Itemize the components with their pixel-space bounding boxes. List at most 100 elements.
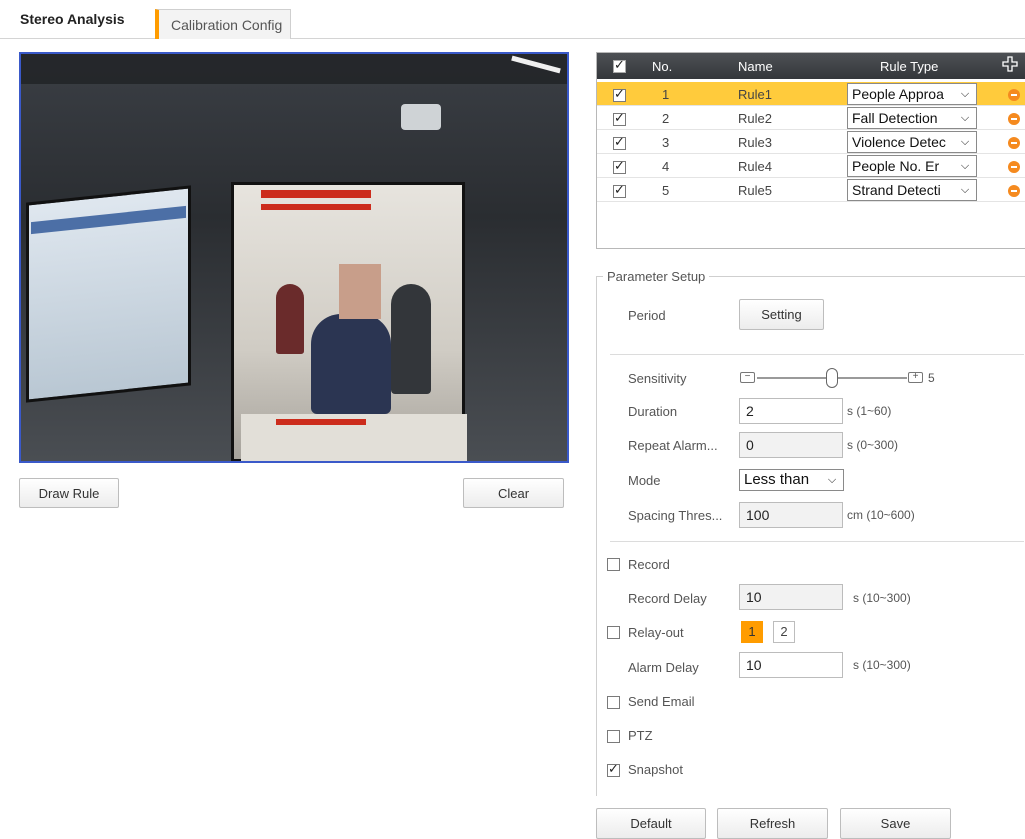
rule-name: Rule1 — [738, 87, 772, 102]
plus-icon[interactable] — [1002, 56, 1018, 72]
relay-2-button[interactable]: 2 — [773, 621, 795, 643]
alarm-delay-input[interactable] — [739, 652, 843, 678]
delete-icon[interactable] — [1008, 185, 1020, 197]
draw-rule-button[interactable]: Draw Rule — [19, 478, 119, 508]
repeat-alarm-unit: s (0~300) — [847, 438, 899, 452]
refresh-button[interactable]: Refresh — [717, 808, 828, 839]
sensitivity-slider-thumb[interactable] — [826, 368, 838, 388]
sensitivity-decrease-button[interactable]: − — [740, 372, 755, 383]
rule-no: 4 — [662, 159, 670, 174]
tab-calibration-config[interactable]: Calibration Config — [155, 9, 292, 39]
repeat-alarm-input[interactable] — [739, 432, 843, 458]
rule-checkbox[interactable] — [613, 183, 626, 198]
record-delay-label: Record Delay — [628, 591, 707, 606]
relay-out-checkbox[interactable] — [607, 626, 620, 639]
save-button[interactable]: Save — [840, 808, 951, 839]
delete-icon[interactable] — [1008, 161, 1020, 173]
alarm-delay-label: Alarm Delay — [628, 660, 699, 675]
header-rule-type: Rule Type — [880, 59, 939, 74]
chevron-down-icon: ⌵ — [957, 156, 973, 176]
ptz-label: PTZ — [628, 728, 653, 743]
rule-checkbox[interactable] — [613, 111, 626, 126]
chevron-down-icon: ⌵ — [957, 180, 973, 200]
duration-input[interactable] — [739, 398, 843, 424]
rule-type-select[interactable]: People Approa ⌵ — [847, 83, 977, 105]
rule-checkbox[interactable] — [613, 135, 626, 150]
sensitivity-value: 5 — [928, 371, 935, 385]
rule-name: Rule3 — [738, 135, 772, 150]
record-label: Record — [628, 557, 670, 572]
rule-type-value: Fall Detection — [852, 110, 938, 126]
video-banner-1 — [261, 190, 371, 198]
rule-type-value: People Approa — [852, 86, 944, 102]
rule-checkbox[interactable] — [613, 87, 626, 102]
rule-no: 2 — [662, 111, 670, 126]
chevron-down-icon: ⌵ — [824, 470, 840, 490]
video-preview[interactable] — [19, 52, 569, 463]
rule-type-select[interactable]: Strand Detecti ⌵ — [847, 179, 977, 201]
divider — [610, 541, 1024, 542]
parameter-setup-legend: Parameter Setup — [603, 269, 710, 284]
chevron-down-icon: ⌵ — [957, 84, 973, 104]
tab-bar — [0, 0, 1025, 40]
delete-icon[interactable] — [1008, 137, 1020, 149]
snapshot-checkbox[interactable] — [607, 762, 620, 777]
repeat-alarm-label: Repeat Alarm... — [628, 438, 718, 453]
spacing-threshold-label: Spacing Thres... — [628, 508, 723, 523]
relay-out-label: Relay-out — [628, 625, 684, 640]
relay-1-button[interactable]: 1 — [741, 621, 763, 643]
tab-stereo-analysis[interactable]: Stereo Analysis — [20, 11, 125, 27]
mode-select[interactable]: Less than ⌵ — [739, 469, 844, 491]
rule-name: Rule2 — [738, 111, 772, 126]
rule-type-value: Violence Detec — [852, 134, 946, 150]
select-all-checkbox[interactable] — [613, 58, 626, 73]
rule-checkbox[interactable] — [613, 159, 626, 174]
ptz-checkbox[interactable] — [607, 730, 620, 743]
sensitivity-increase-button[interactable]: + — [908, 372, 923, 383]
record-checkbox[interactable] — [607, 558, 620, 571]
video-person — [311, 314, 391, 414]
record-delay-unit: s (10~300) — [853, 591, 911, 605]
rule-name: Rule5 — [738, 183, 772, 198]
rule-type-value: Strand Detecti — [852, 182, 941, 198]
video-camera-object — [401, 104, 441, 130]
chevron-down-icon: ⌵ — [957, 108, 973, 128]
delete-icon[interactable] — [1008, 113, 1020, 125]
header-name: Name — [738, 59, 773, 74]
header-no: No. — [652, 59, 673, 74]
tab-divider — [0, 38, 1025, 39]
rule-type-select[interactable]: People No. Er ⌵ — [847, 155, 977, 177]
snapshot-label: Snapshot — [628, 762, 683, 777]
rule-no: 1 — [662, 87, 670, 102]
video-person-3 — [276, 284, 304, 354]
video-ceiling — [21, 54, 567, 84]
record-delay-input[interactable] — [739, 584, 843, 610]
video-banner-3 — [276, 419, 366, 425]
setting-button[interactable]: Setting — [739, 299, 824, 330]
rule-name: Rule4 — [738, 159, 772, 174]
rule-type-select[interactable]: Fall Detection ⌵ — [847, 107, 977, 129]
sensitivity-label: Sensitivity — [628, 371, 687, 386]
clear-button[interactable]: Clear — [463, 478, 564, 508]
default-button[interactable]: Default — [596, 808, 706, 839]
rule-no: 5 — [662, 183, 670, 198]
video-face-blur — [339, 264, 381, 319]
mode-value: Less than — [744, 471, 810, 488]
send-email-checkbox[interactable] — [607, 696, 620, 709]
spacing-threshold-unit: cm (10~600) — [847, 508, 915, 522]
duration-unit: s (1~60) — [847, 404, 892, 418]
divider — [610, 354, 1024, 355]
delete-icon[interactable] — [1008, 89, 1020, 101]
video-banner-2 — [261, 204, 371, 210]
mode-label: Mode — [628, 473, 661, 488]
alarm-delay-unit: s (10~300) — [853, 658, 911, 672]
spacing-threshold-input[interactable] — [739, 502, 843, 528]
duration-label: Duration — [628, 404, 678, 419]
rule-type-select[interactable]: Violence Detec ⌵ — [847, 131, 977, 153]
video-person-2 — [391, 284, 431, 394]
period-label: Period — [628, 308, 666, 323]
chevron-down-icon: ⌵ — [957, 132, 973, 152]
rule-type-value: People No. Er — [852, 158, 940, 174]
rule-no: 3 — [662, 135, 670, 150]
send-email-label: Send Email — [628, 694, 695, 709]
